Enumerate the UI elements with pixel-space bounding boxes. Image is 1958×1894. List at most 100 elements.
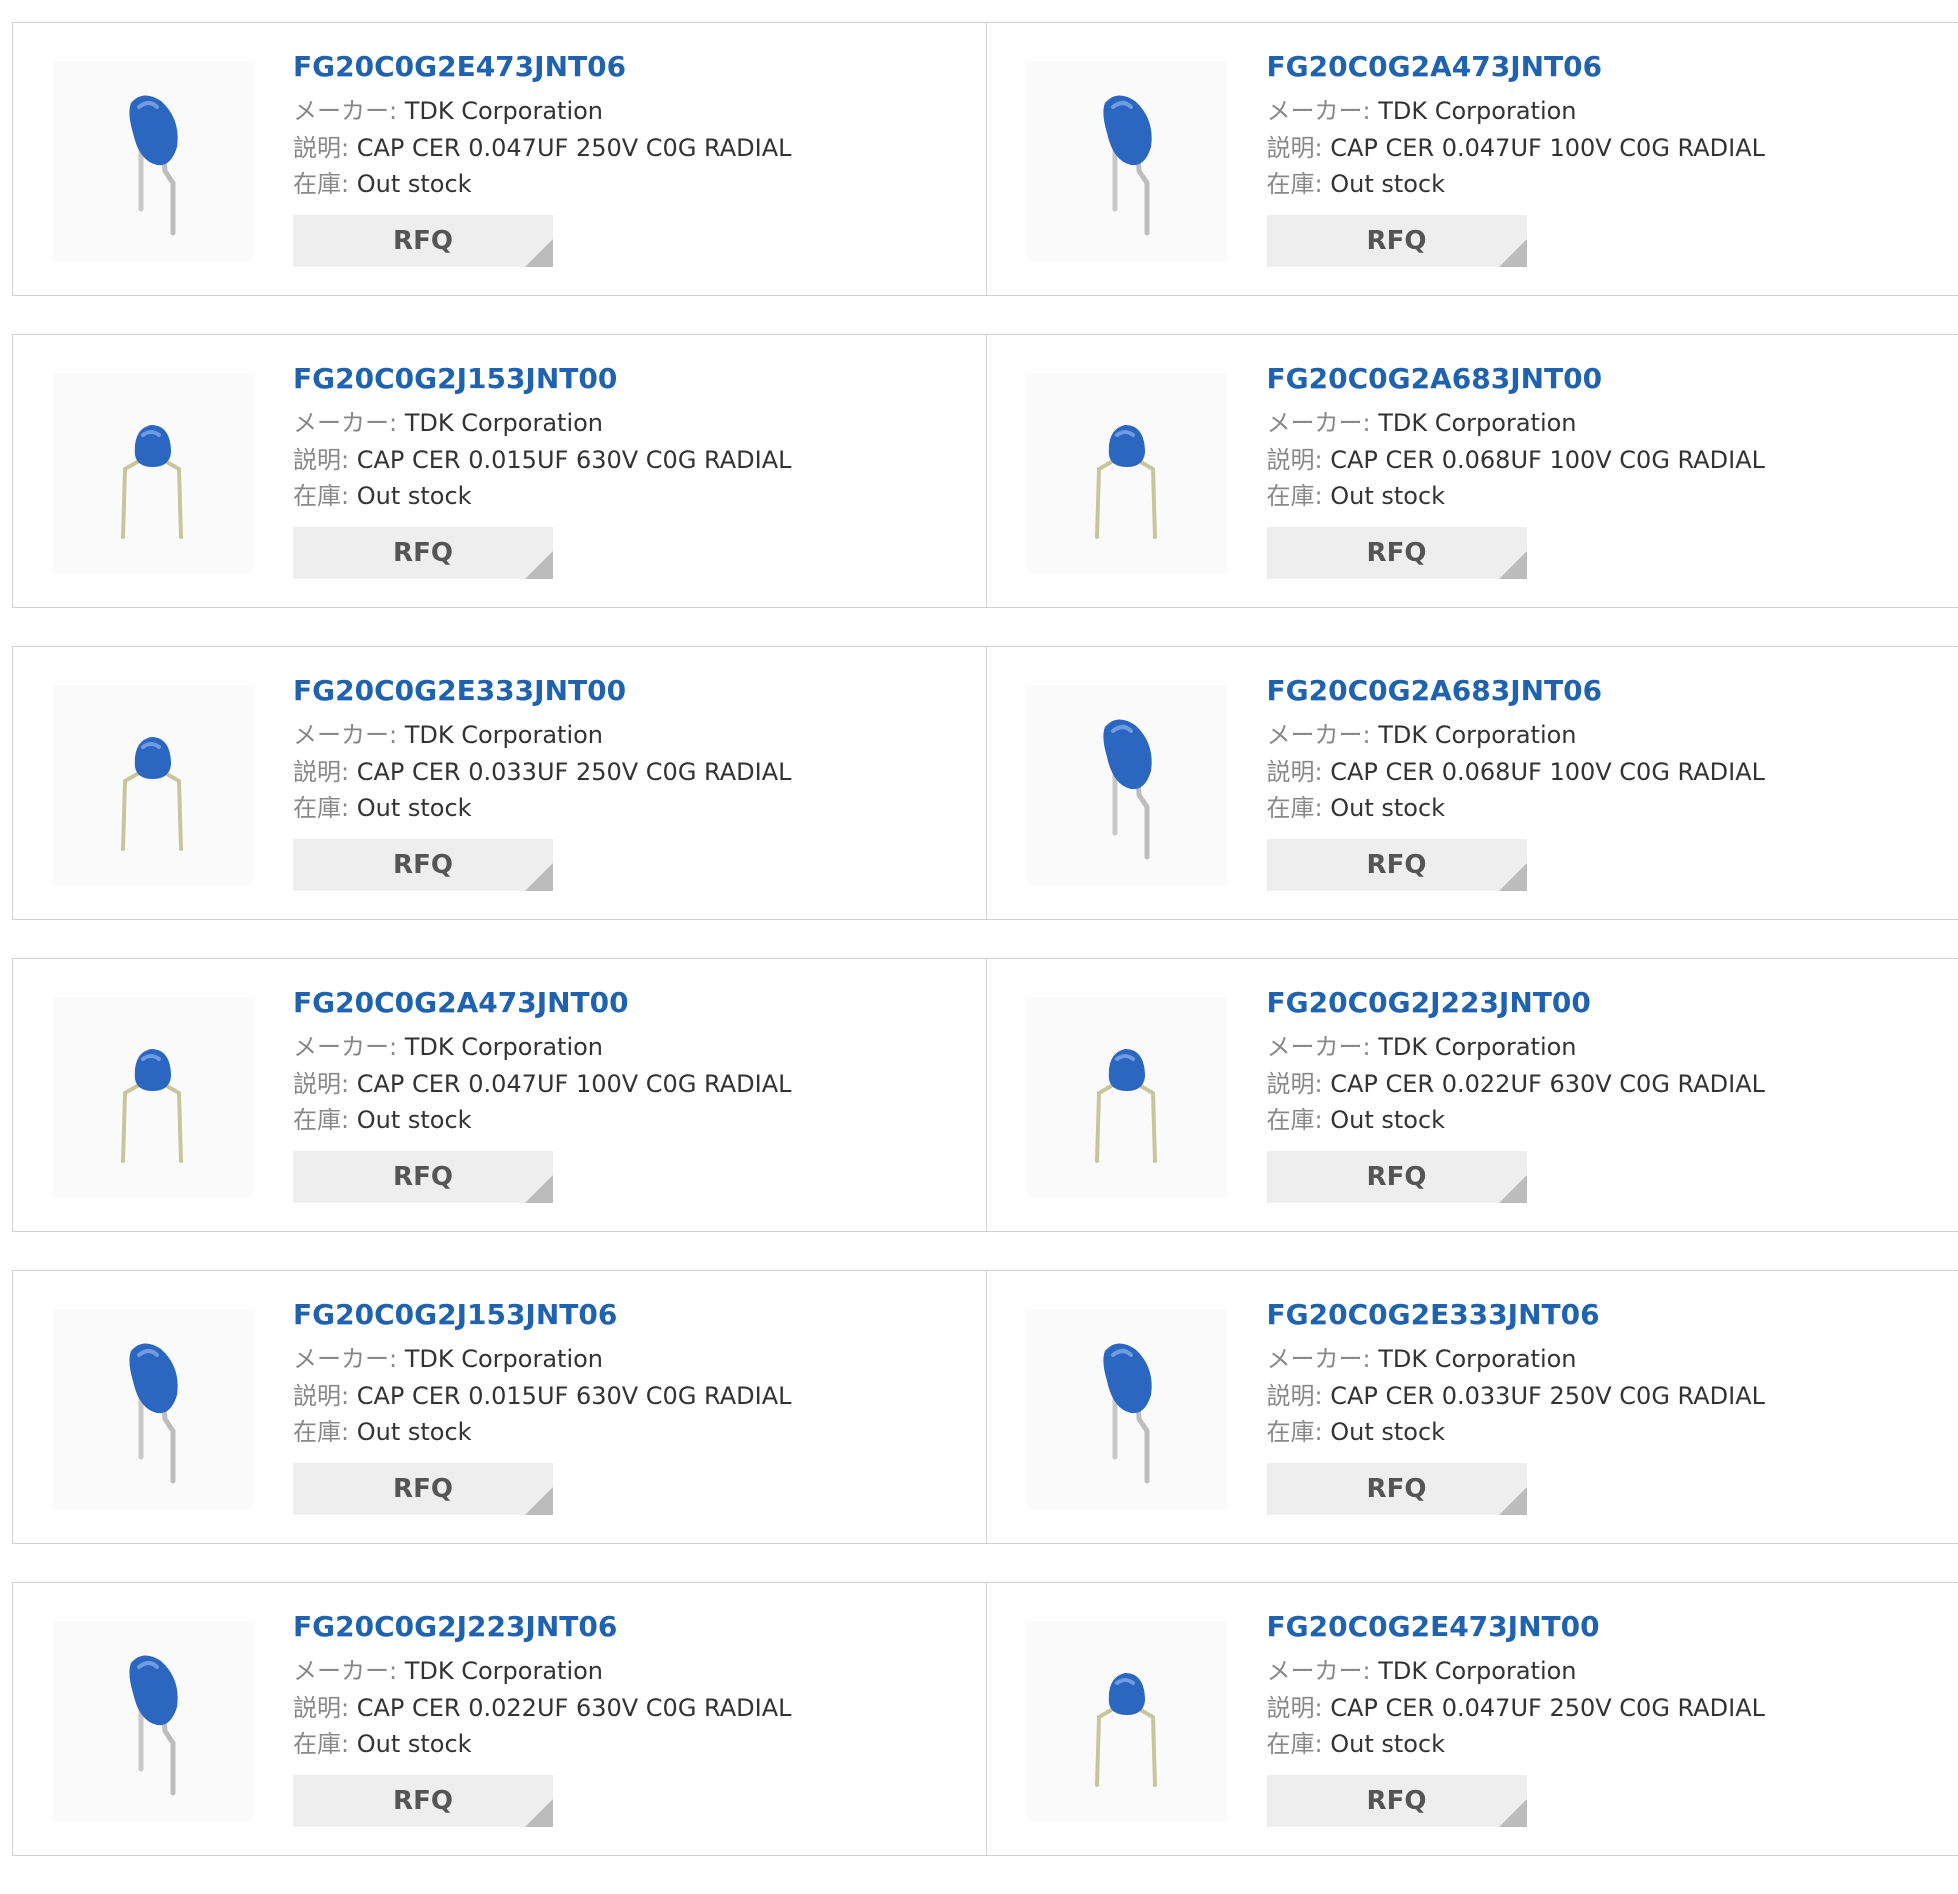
product-image[interactable] (53, 1621, 253, 1821)
maker-value: TDK Corporation (1378, 1033, 1576, 1061)
stock-label: 在庫: (293, 1418, 349, 1446)
product-image[interactable] (53, 997, 253, 1197)
maker-label: メーカー: (1267, 1345, 1371, 1373)
stock-label: 在庫: (1267, 482, 1323, 510)
rfq-button[interactable]: RFQ (1267, 1463, 1527, 1515)
rfq-label: RFQ (393, 1162, 453, 1192)
maker-line: メーカー: TDK Corporation (293, 405, 792, 442)
rfq-label: RFQ (1367, 226, 1427, 256)
maker-label: メーカー: (1267, 1033, 1371, 1061)
part-number-link[interactable]: FG20C0G2A473JNT06 (1267, 49, 1766, 85)
part-number-link[interactable]: FG20C0G2A473JNT00 (293, 985, 792, 1021)
maker-line: メーカー: TDK Corporation (1267, 93, 1766, 130)
stock-label: 在庫: (293, 1106, 349, 1134)
rfq-button[interactable]: RFQ (293, 215, 553, 267)
maker-line: メーカー: TDK Corporation (293, 93, 792, 130)
description-line: 説明: CAP CER 0.047UF 100V C0G RADIAL (293, 1066, 792, 1103)
part-number-link[interactable]: FG20C0G2A683JNT06 (1267, 673, 1766, 709)
rfq-button[interactable]: RFQ (293, 1151, 553, 1203)
product-info: FG20C0G2E473JNT00 メーカー: TDK Corporation … (1267, 1609, 1766, 1827)
product-image[interactable] (53, 1309, 253, 1509)
corner-triangle-icon (525, 1487, 553, 1515)
part-number-link[interactable]: FG20C0G2J153JNT06 (293, 1297, 792, 1333)
description-label: 説明: (1267, 1070, 1323, 1098)
description-value: CAP CER 0.047UF 100V C0G RADIAL (357, 1070, 792, 1098)
product-card: FG20C0G2E473JNT06 メーカー: TDK Corporation … (13, 23, 986, 295)
part-number-link[interactable]: FG20C0G2E333JNT06 (1267, 1297, 1766, 1333)
description-value: CAP CER 0.068UF 100V C0G RADIAL (1330, 446, 1765, 474)
rfq-button[interactable]: RFQ (1267, 215, 1527, 267)
description-value: CAP CER 0.015UF 630V C0G RADIAL (357, 446, 792, 474)
corner-triangle-icon (525, 1799, 553, 1827)
maker-line: メーカー: TDK Corporation (1267, 1341, 1766, 1378)
description-line: 説明: CAP CER 0.015UF 630V C0G RADIAL (293, 442, 792, 479)
stock-line: 在庫: Out stock (1267, 790, 1766, 827)
stock-label: 在庫: (1267, 1106, 1323, 1134)
part-number-link[interactable]: FG20C0G2J153JNT00 (293, 361, 792, 397)
product-card: FG20C0G2A473JNT06 メーカー: TDK Corporation … (986, 23, 1958, 295)
rfq-button[interactable]: RFQ (293, 1775, 553, 1827)
stock-label: 在庫: (1267, 794, 1323, 822)
rfq-button[interactable]: RFQ (293, 527, 553, 579)
maker-value: TDK Corporation (405, 1033, 603, 1061)
product-image[interactable] (1027, 997, 1227, 1197)
product-image[interactable] (53, 373, 253, 573)
part-number-link[interactable]: FG20C0G2J223JNT06 (293, 1609, 792, 1645)
maker-line: メーカー: TDK Corporation (293, 717, 792, 754)
capacitor-bent-leads-icon (1027, 1621, 1227, 1821)
maker-value: TDK Corporation (1378, 721, 1576, 749)
corner-triangle-icon (525, 1175, 553, 1203)
stock-value: Out stock (1330, 794, 1445, 822)
product-info: FG20C0G2A473JNT06 メーカー: TDK Corporation … (1267, 49, 1766, 267)
description-line: 説明: CAP CER 0.047UF 250V C0G RADIAL (1267, 1690, 1766, 1727)
part-number-link[interactable]: FG20C0G2E473JNT00 (1267, 1609, 1766, 1645)
maker-line: メーカー: TDK Corporation (1267, 405, 1766, 442)
corner-triangle-icon (1499, 551, 1527, 579)
description-value: CAP CER 0.068UF 100V C0G RADIAL (1330, 758, 1765, 786)
rfq-button[interactable]: RFQ (1267, 1775, 1527, 1827)
maker-line: メーカー: TDK Corporation (1267, 1653, 1766, 1690)
rfq-button[interactable]: RFQ (1267, 1151, 1527, 1203)
stock-label: 在庫: (293, 794, 349, 822)
product-image[interactable] (1027, 61, 1227, 261)
stock-label: 在庫: (1267, 1730, 1323, 1758)
stock-line: 在庫: Out stock (293, 1414, 792, 1451)
maker-value: TDK Corporation (405, 1345, 603, 1373)
rfq-label: RFQ (393, 850, 453, 880)
description-label: 説明: (293, 1694, 349, 1722)
rfq-button[interactable]: RFQ (1267, 839, 1527, 891)
description-value: CAP CER 0.033UF 250V C0G RADIAL (1330, 1382, 1765, 1410)
product-image[interactable] (53, 685, 253, 885)
capacitor-straight-leads-icon (53, 1621, 253, 1821)
product-image[interactable] (1027, 373, 1227, 573)
description-line: 説明: CAP CER 0.047UF 100V C0G RADIAL (1267, 130, 1766, 167)
rfq-button[interactable]: RFQ (293, 839, 553, 891)
description-line: 説明: CAP CER 0.068UF 100V C0G RADIAL (1267, 442, 1766, 479)
product-info: FG20C0G2J223JNT06 メーカー: TDK Corporation … (293, 1609, 792, 1827)
part-number-link[interactable]: FG20C0G2A683JNT00 (1267, 361, 1766, 397)
capacitor-bent-leads-icon (1027, 997, 1227, 1197)
product-image[interactable] (1027, 1621, 1227, 1821)
part-number-link[interactable]: FG20C0G2E333JNT00 (293, 673, 792, 709)
rfq-button[interactable]: RFQ (1267, 527, 1527, 579)
stock-line: 在庫: Out stock (293, 1102, 792, 1139)
maker-value: TDK Corporation (405, 1657, 603, 1685)
stock-line: 在庫: Out stock (293, 166, 792, 203)
description-label: 説明: (1267, 1382, 1323, 1410)
stock-value: Out stock (1330, 1418, 1445, 1446)
capacitor-straight-leads-icon (1027, 1309, 1227, 1509)
product-image[interactable] (53, 61, 253, 261)
rfq-button[interactable]: RFQ (293, 1463, 553, 1515)
description-line: 説明: CAP CER 0.047UF 250V C0G RADIAL (293, 130, 792, 167)
capacitor-bent-leads-icon (53, 685, 253, 885)
part-number-link[interactable]: FG20C0G2E473JNT06 (293, 49, 792, 85)
product-image[interactable] (1027, 1309, 1227, 1509)
rfq-label: RFQ (393, 1474, 453, 1504)
part-number-link[interactable]: FG20C0G2J223JNT00 (1267, 985, 1766, 1021)
product-info: FG20C0G2J153JNT00 メーカー: TDK Corporation … (293, 361, 792, 579)
stock-line: 在庫: Out stock (1267, 1102, 1766, 1139)
stock-value: Out stock (357, 1730, 472, 1758)
stock-line: 在庫: Out stock (293, 1726, 792, 1763)
corner-triangle-icon (525, 551, 553, 579)
product-image[interactable] (1027, 685, 1227, 885)
